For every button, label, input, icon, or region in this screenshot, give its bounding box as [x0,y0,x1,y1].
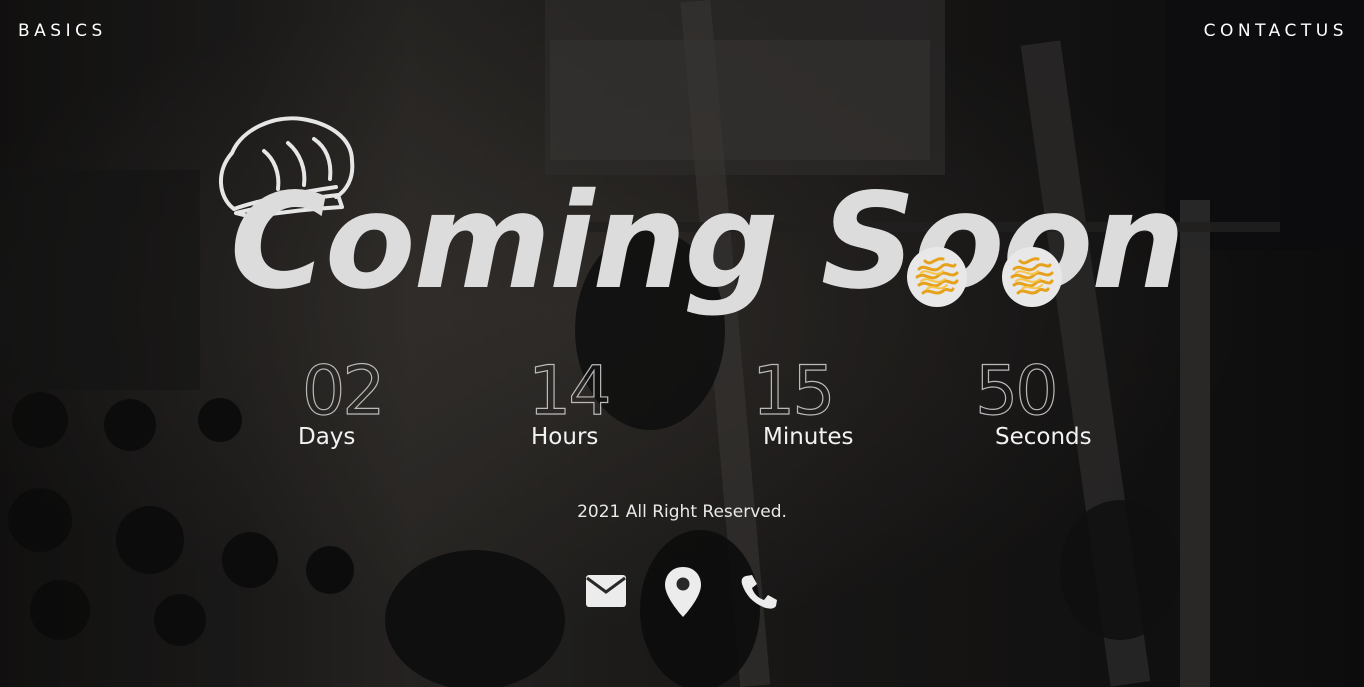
countdown-minutes: 15 Minutes [751,351,854,450]
countdown-seconds: 50 Seconds [974,351,1092,450]
countdown-minutes-value: 15 [751,351,836,431]
coming-soon-logo: Coming Soon [210,105,1185,355]
countdown-seconds-value: 50 [974,351,1059,431]
mail-icon[interactable] [585,574,627,608]
contact-icons [582,566,782,620]
phone-icon[interactable] [740,574,778,610]
nav-basics-link[interactable]: BASICS [18,21,107,41]
countdown-hours: 14 Hours [527,351,612,450]
countdown-seconds-label: Seconds [995,424,1092,450]
location-pin-icon[interactable] [664,566,702,618]
coming-soon-page: BASICS CONTACTUS Coming Soon 02 Days 14 … [0,0,1364,687]
countdown-hours-value: 14 [527,351,612,431]
pasta-icon [907,247,967,307]
pasta-icon [1002,247,1062,307]
countdown-days-value: 02 [301,351,386,431]
countdown-minutes-label: Minutes [763,424,854,450]
countdown-days: 02 Days [298,351,386,450]
nav-contactus-link[interactable]: CONTACTUS [1204,21,1348,41]
countdown-hours-label: Hours [531,424,599,450]
copyright-text: 2021 All Right Reserved. [577,502,787,522]
